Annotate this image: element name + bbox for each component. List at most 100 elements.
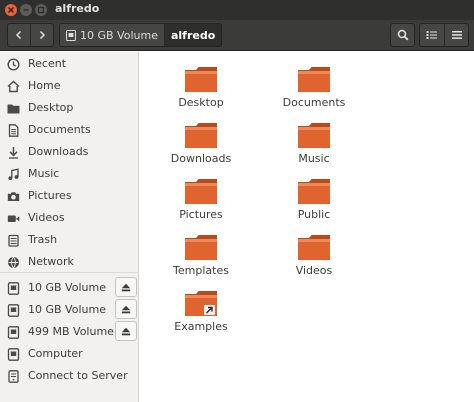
file-label: Examples: [174, 320, 228, 333]
window-title: alfredo: [55, 2, 100, 15]
desktop-folder-icon: [7, 104, 20, 114]
file-view: Desktop Documents Downloads Music Pictur…: [140, 52, 474, 402]
sidebar-item-label: Videos: [28, 211, 65, 224]
hamburger-menu-icon: [451, 31, 462, 39]
folder-examples[interactable]: Examples: [151, 280, 251, 336]
sidebar-item-computer[interactable]: Computer: [0, 344, 139, 364]
documents-icon: [8, 124, 19, 137]
sidebar-item-documents[interactable]: Documents: [0, 120, 139, 140]
path-crumb-folder[interactable]: alfredo: [163, 24, 222, 46]
folder-icon: [298, 123, 330, 148]
folder-icon: [298, 179, 330, 204]
folder-videos[interactable]: Videos: [264, 224, 364, 280]
chevron-right-icon: [40, 30, 46, 40]
path-crumb-volume[interactable]: 10 GB Volume: [60, 24, 164, 46]
trash-icon: [8, 234, 19, 247]
chevron-left-icon: [16, 30, 22, 40]
sidebar-divider: [0, 272, 139, 273]
sidebar-item-label: Trash: [28, 233, 58, 246]
close-icon: [8, 7, 14, 13]
folder-music[interactable]: Music: [264, 112, 364, 168]
path-bar: 10 GB Volume alfredo: [59, 23, 223, 47]
folder-icon: [185, 235, 217, 260]
navigation-buttons: [7, 23, 54, 47]
file-label: Videos: [295, 264, 333, 277]
title-bar: alfredo: [0, 0, 474, 20]
file-label: Templates: [173, 264, 229, 277]
file-label: Public: [297, 208, 331, 221]
search-icon: [397, 29, 408, 41]
clock-icon: [7, 58, 20, 71]
sidebar-item-music[interactable]: Music: [0, 164, 139, 184]
sidebar-item-label: Downloads: [28, 145, 89, 158]
folder-icon: [185, 179, 217, 204]
maximize-icon: [37, 6, 45, 14]
menu-button[interactable]: [444, 24, 468, 46]
sidebar-item-volume-1[interactable]: 10 GB Volume: [0, 277, 139, 298]
sidebar-item-label: 499 MB Volume: [28, 325, 114, 338]
eject-button[interactable]: [115, 277, 137, 297]
eject-button[interactable]: [115, 299, 137, 319]
sidebar-item-label: Computer: [28, 347, 83, 360]
view-buttons: [419, 23, 469, 47]
camera-icon: [7, 192, 20, 201]
drive-icon: [7, 282, 20, 295]
folder-pictures[interactable]: Pictures: [151, 168, 251, 224]
folder-templates[interactable]: Templates: [151, 224, 251, 280]
folder-link-icon: [185, 291, 217, 316]
sidebar-item-label: Music: [28, 167, 60, 180]
sidebar-item-trash[interactable]: Trash: [0, 230, 139, 250]
sidebar-item-label: 10 GB Volume: [28, 303, 106, 316]
path-crumb-folder-label: alfredo: [170, 28, 216, 42]
server-icon: [8, 370, 19, 383]
sidebar-item-recent[interactable]: Recent: [0, 54, 139, 74]
sidebar-item-volume-2[interactable]: 10 GB Volume: [0, 299, 139, 320]
folder-icon: [298, 67, 330, 92]
folder-icon: [185, 67, 217, 92]
file-label: Downloads: [170, 152, 232, 165]
sidebar-item-label: Desktop: [28, 101, 74, 114]
folder-public[interactable]: Public: [264, 168, 364, 224]
sidebar-item-label: Recent: [28, 57, 67, 70]
toolbar: 10 GB Volume alfredo: [0, 20, 474, 51]
eject-icon: [121, 283, 131, 291]
sidebar-item-downloads[interactable]: Downloads: [0, 142, 139, 162]
eject-icon: [121, 327, 131, 335]
home-icon: [7, 80, 20, 93]
folder-icon: [185, 123, 217, 148]
drive-icon: [7, 348, 20, 361]
sidebar-item-videos[interactable]: Videos: [0, 208, 139, 228]
maximize-window-button[interactable]: [35, 4, 47, 16]
folder-desktop[interactable]: Desktop: [151, 56, 251, 112]
music-icon: [8, 168, 19, 181]
drive-icon: [7, 304, 20, 317]
sidebar-item-label: Network: [28, 255, 74, 268]
search-button[interactable]: [390, 23, 415, 47]
sidebar-item-volume-3[interactable]: 499 MB Volume: [0, 321, 139, 342]
list-icon: [426, 31, 437, 39]
folder-icon: [298, 235, 330, 260]
list-view-button[interactable]: [420, 24, 444, 46]
sidebar-item-pictures[interactable]: Pictures: [0, 186, 139, 206]
folder-downloads[interactable]: Downloads: [151, 112, 251, 168]
sidebar-item-connect-to-server[interactable]: Connect to Server: [0, 366, 139, 386]
file-label: Documents: [282, 96, 346, 109]
sidebar-item-label: Documents: [28, 123, 91, 136]
close-window-button[interactable]: [5, 4, 17, 16]
file-label: Music: [298, 152, 330, 165]
drive-icon: [66, 29, 76, 41]
sidebar-item-network[interactable]: Network: [0, 252, 139, 272]
sidebar-item-label: 10 GB Volume: [28, 281, 106, 294]
sidebar: Recent Home Desktop Documents Downloads: [0, 52, 139, 402]
path-crumb-volume-label: 10 GB Volume: [80, 28, 158, 42]
back-button[interactable]: [8, 24, 30, 46]
eject-button[interactable]: [115, 321, 137, 341]
sidebar-item-label: Home: [28, 79, 61, 92]
forward-button[interactable]: [30, 24, 53, 46]
sidebar-item-desktop[interactable]: Desktop: [0, 98, 139, 118]
sidebar-item-home[interactable]: Home: [0, 76, 139, 96]
download-icon: [9, 147, 18, 159]
folder-documents[interactable]: Documents: [264, 56, 364, 112]
video-icon: [7, 215, 20, 222]
minimize-window-button[interactable]: [20, 4, 32, 16]
